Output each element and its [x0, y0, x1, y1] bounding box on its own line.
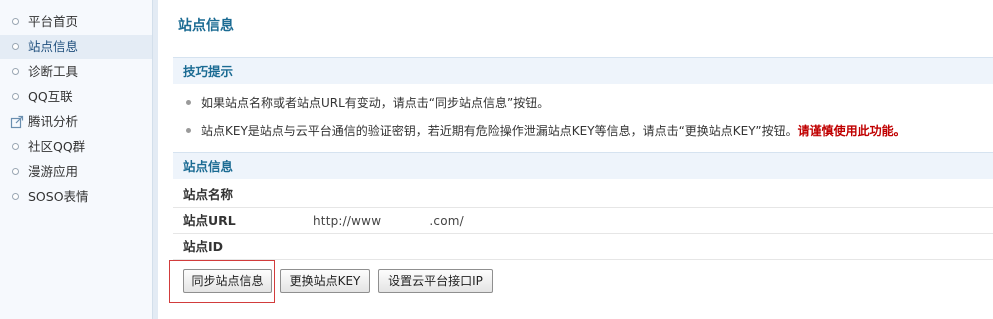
bullet-dot-icon	[186, 100, 191, 105]
main-content: 站点信息 技巧提示 如果站点名称或者站点URL有变动，请点击“同步站点信息”按钮…	[158, 0, 993, 319]
sidebar-item-tencent-analytics[interactable]: 腾讯分析	[0, 110, 152, 134]
site-url-label: 站点URL	[183, 213, 236, 228]
site-url-row: 站点URL http://www .com/	[173, 208, 993, 234]
tip-item: 如果站点名称或者站点URL有变动，请点击“同步站点信息”按钮。	[186, 94, 549, 111]
circle-bullet-icon	[12, 18, 19, 25]
tip-text: 站点KEY是站点与云平台通信的验证密钥，若近期有危险操作泄漏站点KEY等信息，请…	[201, 124, 798, 138]
circle-bullet-icon	[12, 43, 19, 50]
circle-bullet-icon	[12, 168, 19, 175]
tip-text: 如果站点名称或者站点URL有变动，请点击“同步站点信息”按钮。	[201, 96, 550, 110]
sidebar-item-diagnostics[interactable]: 诊断工具	[0, 60, 152, 84]
sidebar-item-soso-emoji[interactable]: SOSO表情	[0, 185, 152, 209]
sidebar-item-label: 漫游应用	[28, 164, 79, 179]
external-link-icon	[10, 115, 24, 129]
circle-bullet-icon	[12, 143, 19, 150]
circle-bullet-icon	[12, 93, 19, 100]
site-name-label: 站点名称	[183, 187, 234, 202]
page-title: 站点信息	[178, 18, 234, 34]
bullet-dot-icon	[186, 128, 191, 133]
sidebar-item-label: SOSO表情	[28, 189, 89, 204]
sidebar-item-community-qq-group[interactable]: 社区QQ群	[0, 135, 152, 159]
circle-bullet-icon	[12, 68, 19, 75]
tip-item: 站点KEY是站点与云平台通信的验证密钥，若近期有危险操作泄漏站点KEY等信息，请…	[186, 122, 906, 139]
tip-warning-text: 请谨慎使用此功能。	[797, 124, 906, 138]
sidebar-item-qq-connect[interactable]: QQ互联	[0, 85, 152, 109]
circle-bullet-icon	[12, 193, 19, 200]
tips-section-header: 技巧提示	[173, 57, 993, 84]
site-url-value: http://www .com/	[313, 214, 464, 228]
sidebar-nav: 平台首页 站点信息 诊断工具 QQ互联 腾讯分析 社区QQ群 漫游应用 SOSO…	[0, 0, 152, 319]
sidebar-item-label: 诊断工具	[28, 64, 79, 79]
set-cloud-ip-button[interactable]: 设置云平台接口IP	[378, 269, 493, 293]
site-id-label: 站点ID	[183, 239, 224, 254]
sidebar-item-label: 平台首页	[28, 14, 79, 29]
site-info-section-header: 站点信息	[173, 152, 993, 179]
sidebar-item-site-info[interactable]: 站点信息	[0, 35, 152, 59]
site-id-row: 站点ID	[173, 234, 993, 260]
change-site-key-button[interactable]: 更换站点KEY	[280, 269, 370, 293]
site-name-row: 站点名称	[173, 182, 993, 208]
sync-site-info-button[interactable]: 同步站点信息	[183, 269, 272, 293]
sidebar-item-roaming-apps[interactable]: 漫游应用	[0, 160, 152, 184]
sidebar-item-platform-home[interactable]: 平台首页	[0, 10, 152, 34]
sidebar-item-label: QQ互联	[28, 89, 73, 104]
sidebar-item-label: 社区QQ群	[28, 139, 86, 154]
sidebar-item-label: 腾讯分析	[28, 114, 79, 129]
sidebar-item-label: 站点信息	[28, 39, 79, 54]
